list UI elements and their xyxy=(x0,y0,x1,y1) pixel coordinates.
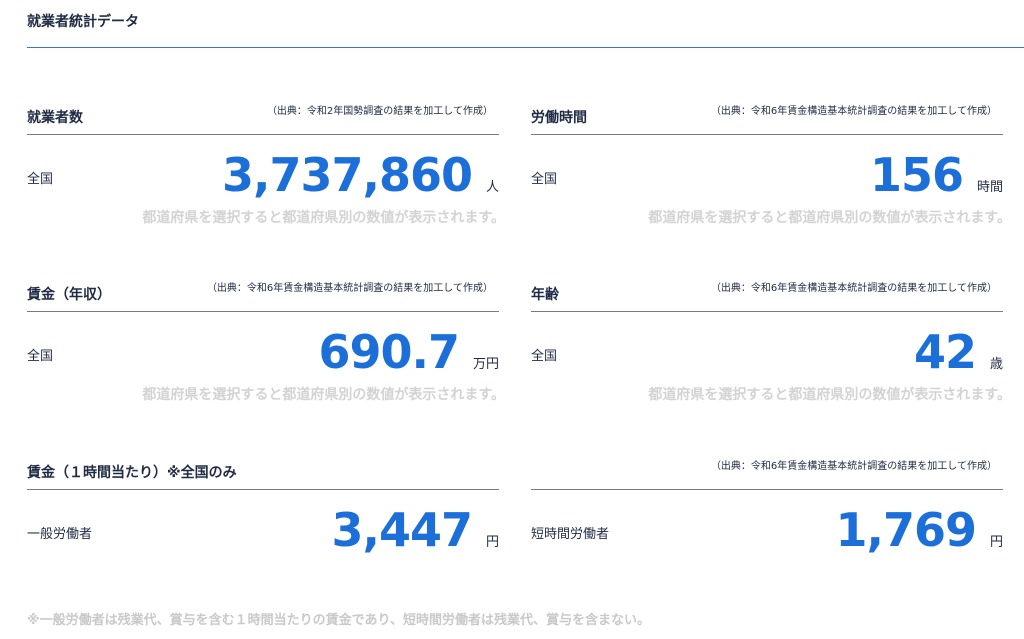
stat-value: 156 xyxy=(869,148,964,202)
stat-unit: 時間 xyxy=(976,180,1003,195)
card-working-hours: 労働時間 （出典：令和6年賃金構造基本統計調査の結果を加工して作成） 全国 15… xyxy=(531,96,1011,236)
card-hourly-wage-regular: 賃金（１時間当たり）※全国のみ 一般労働者 3,447 円 xyxy=(27,451,499,591)
page-title: 就業者統計データ xyxy=(27,14,139,30)
card-header: 賃金（年収） （出典：令和6年賃金構造基本統計調査の結果を加工して作成） xyxy=(27,273,499,311)
region-label: 全国 xyxy=(531,349,558,364)
card-age: 年齢 （出典：令和6年賃金構造基本統計調査の結果を加工して作成） 全国 42 歳… xyxy=(531,273,1011,413)
card-header: （出典：令和6年賃金構造基本統計調査の結果を加工して作成） xyxy=(531,451,1003,489)
card-title: 年齢 xyxy=(531,287,559,303)
card-divider xyxy=(531,311,1003,312)
stat-value: 690.7 xyxy=(318,325,460,379)
card-header: 年齢 （出典：令和6年賃金構造基本統計調査の結果を加工して作成） xyxy=(531,273,1003,311)
region-label: 一般労働者 xyxy=(27,527,93,542)
card-source: （出典：令和6年賃金構造基本統計調査の結果を加工して作成） xyxy=(710,106,997,117)
card-divider xyxy=(531,489,1003,490)
value-group: 690.7 万円 xyxy=(318,325,499,381)
region-label: 全国 xyxy=(531,172,558,187)
stat-unit: 人 xyxy=(485,180,499,195)
value-group: 1,769 円 xyxy=(835,503,1003,559)
stat-unit: 歳 xyxy=(989,357,1003,372)
card-divider xyxy=(27,489,499,490)
card-source: （出典：令和6年賃金構造基本統計調査の結果を加工して作成） xyxy=(206,283,493,294)
card-hourly-wage-parttime: （出典：令和6年賃金構造基本統計調査の結果を加工して作成） 短時間労働者 1,7… xyxy=(531,451,1003,591)
value-group: 3,737,860 人 xyxy=(222,148,499,204)
value-group: 156 時間 xyxy=(870,148,1003,204)
card-source: （出典：令和6年賃金構造基本統計調査の結果を加工して作成） xyxy=(710,283,997,294)
value-group: 42 歳 xyxy=(914,325,1003,381)
stat-unit: 万円 xyxy=(472,357,499,372)
prefecture-hint: 都道府県を選択すると都道府県別の数値が表示されます。 xyxy=(648,210,1011,226)
stat-value: 1,769 xyxy=(835,503,977,557)
prefecture-hint: 都道府県を選択すると都道府県別の数値が表示されます。 xyxy=(142,210,505,226)
card-title: 賃金（１時間当たり）※全国のみ xyxy=(27,465,237,481)
footnote: ※一般労働者は残業代、賞与を含む１時間当たりの賃金であり、短時間労働者は残業代、… xyxy=(27,613,650,628)
prefecture-hint: 都道府県を選択すると都道府県別の数値が表示されます。 xyxy=(142,387,505,403)
card-header: 就業者数 （出典：令和2年国勢調査の結果を加工して作成） xyxy=(27,96,499,134)
card-divider xyxy=(27,311,499,312)
card-title: 労働時間 xyxy=(531,110,587,126)
stat-value: 42 xyxy=(913,325,977,379)
stat-value: 3,737,860 xyxy=(221,148,473,202)
card-source: （出典：令和6年賃金構造基本統計調査の結果を加工して作成） xyxy=(710,461,997,472)
card-header: 賃金（１時間当たり）※全国のみ xyxy=(27,451,499,489)
card-divider xyxy=(27,134,499,135)
card-annual-wage: 賃金（年収） （出典：令和6年賃金構造基本統計調査の結果を加工して作成） 全国 … xyxy=(27,273,505,413)
card-title: 賃金（年収） xyxy=(27,287,111,303)
card-header: 労働時間 （出典：令和6年賃金構造基本統計調査の結果を加工して作成） xyxy=(531,96,1003,134)
card-employed-count: 就業者数 （出典：令和2年国勢調査の結果を加工して作成） 全国 3,737,86… xyxy=(27,96,505,236)
title-divider xyxy=(27,47,1024,48)
region-label: 短時間労働者 xyxy=(531,527,610,542)
card-divider xyxy=(531,134,1003,135)
card-title: 就業者数 xyxy=(27,110,83,126)
card-source: （出典：令和2年国勢調査の結果を加工して作成） xyxy=(266,106,493,117)
region-label: 全国 xyxy=(27,349,54,364)
prefecture-hint: 都道府県を選択すると都道府県別の数値が表示されます。 xyxy=(648,387,1011,403)
stat-value: 3,447 xyxy=(331,503,473,557)
stat-unit: 円 xyxy=(989,535,1003,550)
stat-unit: 円 xyxy=(485,535,499,550)
value-group: 3,447 円 xyxy=(331,503,499,559)
region-label: 全国 xyxy=(27,172,54,187)
